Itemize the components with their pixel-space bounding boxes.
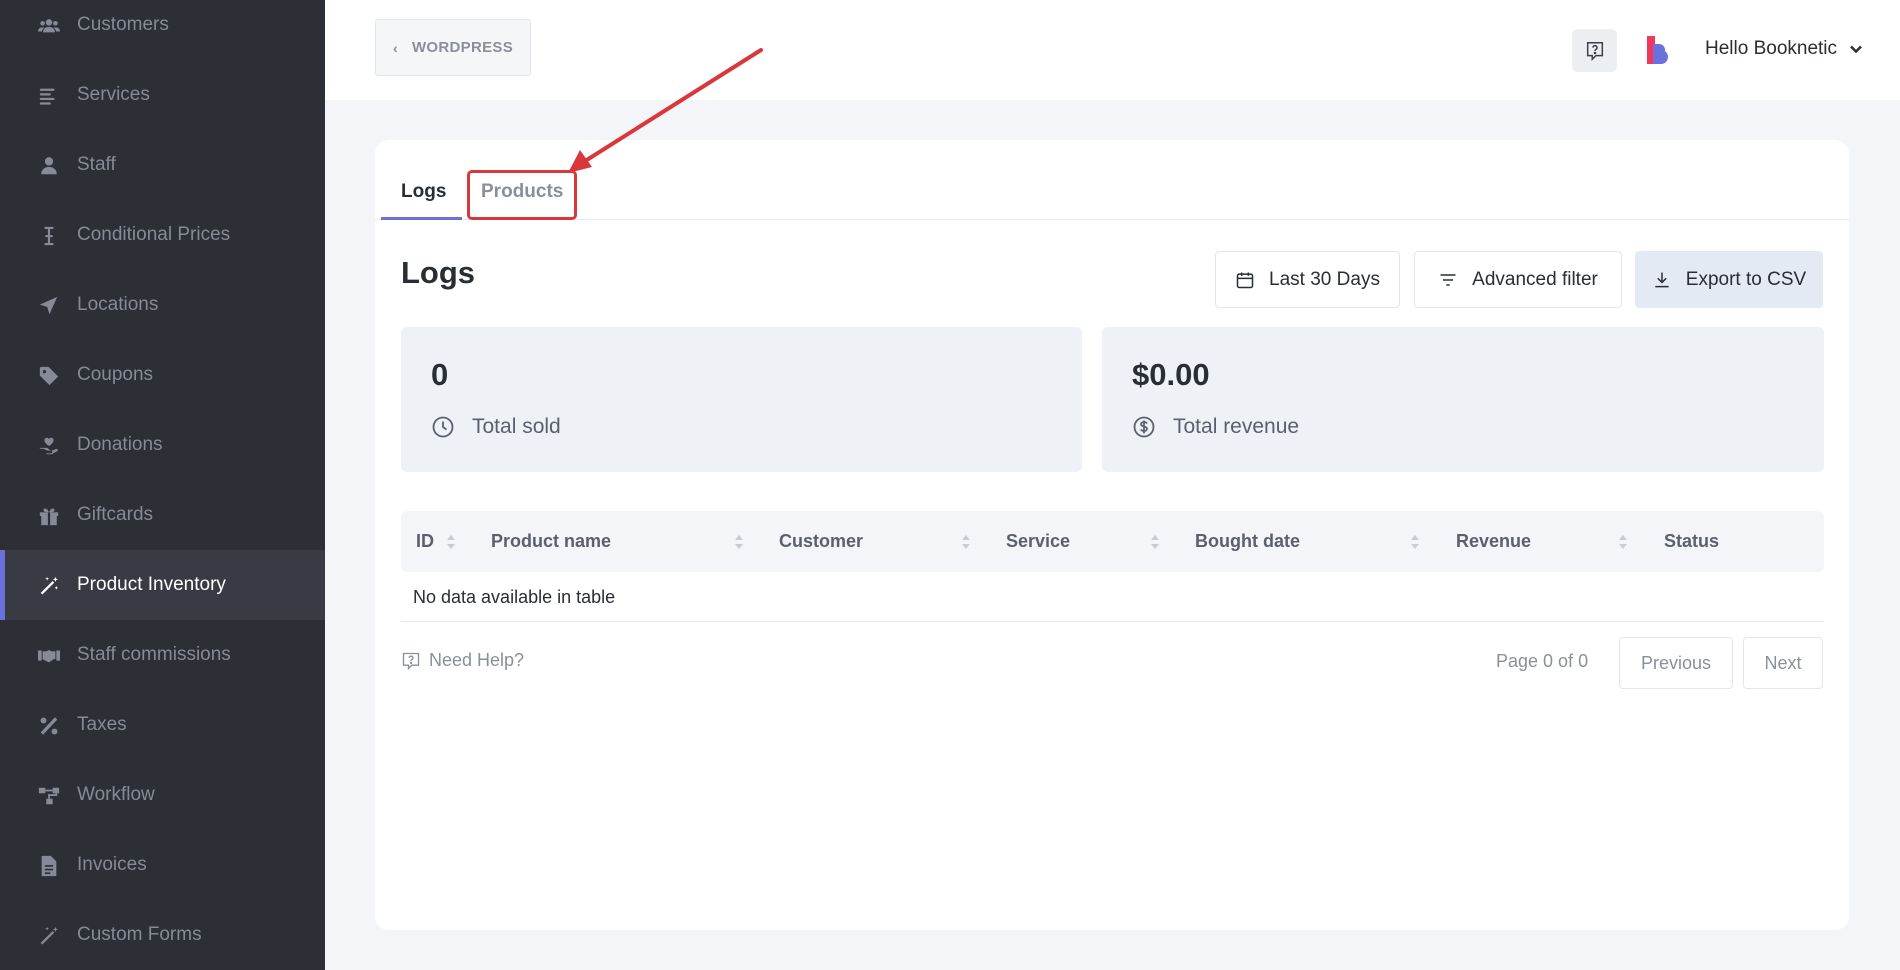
sidebar-item-label: Giftcards <box>77 504 154 525</box>
clock-icon <box>432 416 454 438</box>
sort-icon <box>735 535 743 549</box>
cursor-icon <box>38 225 60 247</box>
column-header-product-name[interactable]: Product name <box>491 530 611 552</box>
chevron-left-icon: ‹ <box>392 39 398 56</box>
location-arrow-icon <box>38 295 60 317</box>
sort-icon <box>447 535 455 549</box>
sidebar-item-label: Custom Forms <box>77 924 202 945</box>
date-range-label: Last 30 Days <box>1269 268 1380 290</box>
sidebar-item-giftcards[interactable]: Giftcards <box>0 480 325 550</box>
percent-icon <box>38 715 60 737</box>
question-chat-icon <box>1586 41 1603 61</box>
sort-icon <box>1619 535 1627 549</box>
sidebar-item-label: Invoices <box>77 854 147 875</box>
column-header-service[interactable]: Service <box>1006 530 1070 552</box>
total-revenue-value: $0.00 <box>1132 357 1210 392</box>
total-sold-value: 0 <box>431 357 449 392</box>
export-csv-button[interactable]: Export to CSV <box>1635 251 1823 308</box>
user-menu[interactable]: Hello Booknetic <box>1705 38 1863 60</box>
booknetic-logo-icon <box>1647 36 1668 64</box>
question-chat-icon <box>402 652 420 670</box>
list-icon <box>38 85 60 107</box>
sort-icon <box>1151 535 1159 549</box>
sidebar-item-donations[interactable]: Donations <box>0 410 325 480</box>
sidebar-item-label: Customers <box>77 14 169 35</box>
advanced-filter-button[interactable]: Advanced filter <box>1414 251 1622 308</box>
sort-icon <box>962 535 970 549</box>
sidebar-item-custom-forms[interactable]: Custom Forms <box>0 900 325 970</box>
sidebar-item-label: Taxes <box>77 714 127 735</box>
dollar-circle-icon <box>1133 416 1155 438</box>
sidebar-item-workflow[interactable]: Workflow <box>0 760 325 830</box>
annotation-arrow <box>568 48 763 173</box>
total-revenue-card: $0.00 Total revenue <box>1102 327 1824 472</box>
column-header-revenue[interactable]: Revenue <box>1456 530 1531 552</box>
column-header-id[interactable]: ID <box>416 530 434 552</box>
sidebar-item-label: Locations <box>77 294 159 315</box>
total-sold-label: Total sold <box>472 415 561 438</box>
sidebar-item-staff[interactable]: Staff <box>0 130 325 200</box>
sidebar-item-label: Staff <box>77 154 116 175</box>
sidebar-item-invoices[interactable]: Invoices <box>0 830 325 900</box>
sidebar-item-coupons[interactable]: Coupons <box>0 340 325 410</box>
users-icon <box>38 15 60 37</box>
sidebar: Customers Services Staff Conditional Pri… <box>0 0 325 970</box>
column-header-bought-date[interactable]: Bought date <box>1195 530 1300 552</box>
page-title: Logs <box>401 255 476 290</box>
tag-icon <box>38 365 60 387</box>
need-help-link[interactable]: Need Help? <box>401 650 524 671</box>
chevron-down-icon <box>1850 45 1862 54</box>
sidebar-item-label: Coupons <box>77 364 154 385</box>
back-to-wordpress-button[interactable]: ‹ WORDPRESS <box>375 19 531 76</box>
sort-icon <box>1411 535 1419 549</box>
tab-logs[interactable]: Logs <box>401 180 446 204</box>
sidebar-item-label: Workflow <box>77 784 155 805</box>
sidebar-item-label: Services <box>77 84 150 105</box>
main-card: Logs Products Logs Last 30 Days Advanced… <box>375 140 1849 930</box>
sidebar-item-label: Staff commissions <box>77 644 231 665</box>
help-chat-button[interactable] <box>1572 29 1617 72</box>
export-csv-label: Export to CSV <box>1685 268 1807 290</box>
file-icon <box>38 855 60 877</box>
sidebar-item-staff-commissions[interactable]: Staff commissions <box>0 620 325 690</box>
need-help-label: Need Help? <box>429 650 525 670</box>
magic-wand-icon <box>38 925 60 947</box>
sidebar-item-services[interactable]: Services <box>0 60 325 130</box>
user-icon <box>38 155 60 177</box>
sidebar-item-product-inventory[interactable]: Product Inventory <box>0 550 325 620</box>
download-icon <box>1655 272 1669 287</box>
magic-wand-icon <box>38 575 60 597</box>
sidebar-item-taxes[interactable]: Taxes <box>0 690 325 760</box>
total-sold-card: 0 Total sold <box>401 327 1082 472</box>
pagination-info: Page 0 of 0 <box>1496 651 1589 671</box>
sidebar-item-conditional-prices[interactable]: Conditional Prices <box>0 200 325 270</box>
sidebar-item-label: Conditional Prices <box>77 224 231 245</box>
table-header: ID Product name Customer Service Bought … <box>401 511 1824 572</box>
column-header-customer[interactable]: Customer <box>779 530 863 552</box>
empty-table-message: No data available in table <box>413 587 616 607</box>
calendar-icon <box>1236 272 1254 288</box>
sidebar-item-customers[interactable]: Customers <box>0 0 325 60</box>
sidebar-item-label: Product Inventory <box>77 574 226 595</box>
hand-heart-icon <box>38 435 60 457</box>
next-page-button[interactable]: Next <box>1743 637 1823 689</box>
advanced-filter-label: Advanced filter <box>1472 268 1598 290</box>
logs-table: ID Product name Customer Service Bought … <box>401 511 1824 622</box>
filter-icon <box>1440 273 1456 286</box>
handshake-icon <box>38 645 60 667</box>
back-to-wordpress-label: WORDPRESS <box>411 39 513 56</box>
date-range-button[interactable]: Last 30 Days <box>1215 251 1400 308</box>
sidebar-item-label: Donations <box>77 434 163 455</box>
total-revenue-label: Total revenue <box>1173 415 1300 438</box>
gift-icon <box>38 505 60 527</box>
previous-page-button[interactable]: Previous <box>1619 637 1733 689</box>
workflow-icon <box>38 785 60 807</box>
table-row: No data available in table <box>401 572 1824 622</box>
active-tab-indicator <box>381 217 462 220</box>
user-greeting: Hello Booknetic <box>1705 38 1838 59</box>
column-header-status[interactable]: Status <box>1664 530 1719 552</box>
sidebar-item-locations[interactable]: Locations <box>0 270 325 340</box>
